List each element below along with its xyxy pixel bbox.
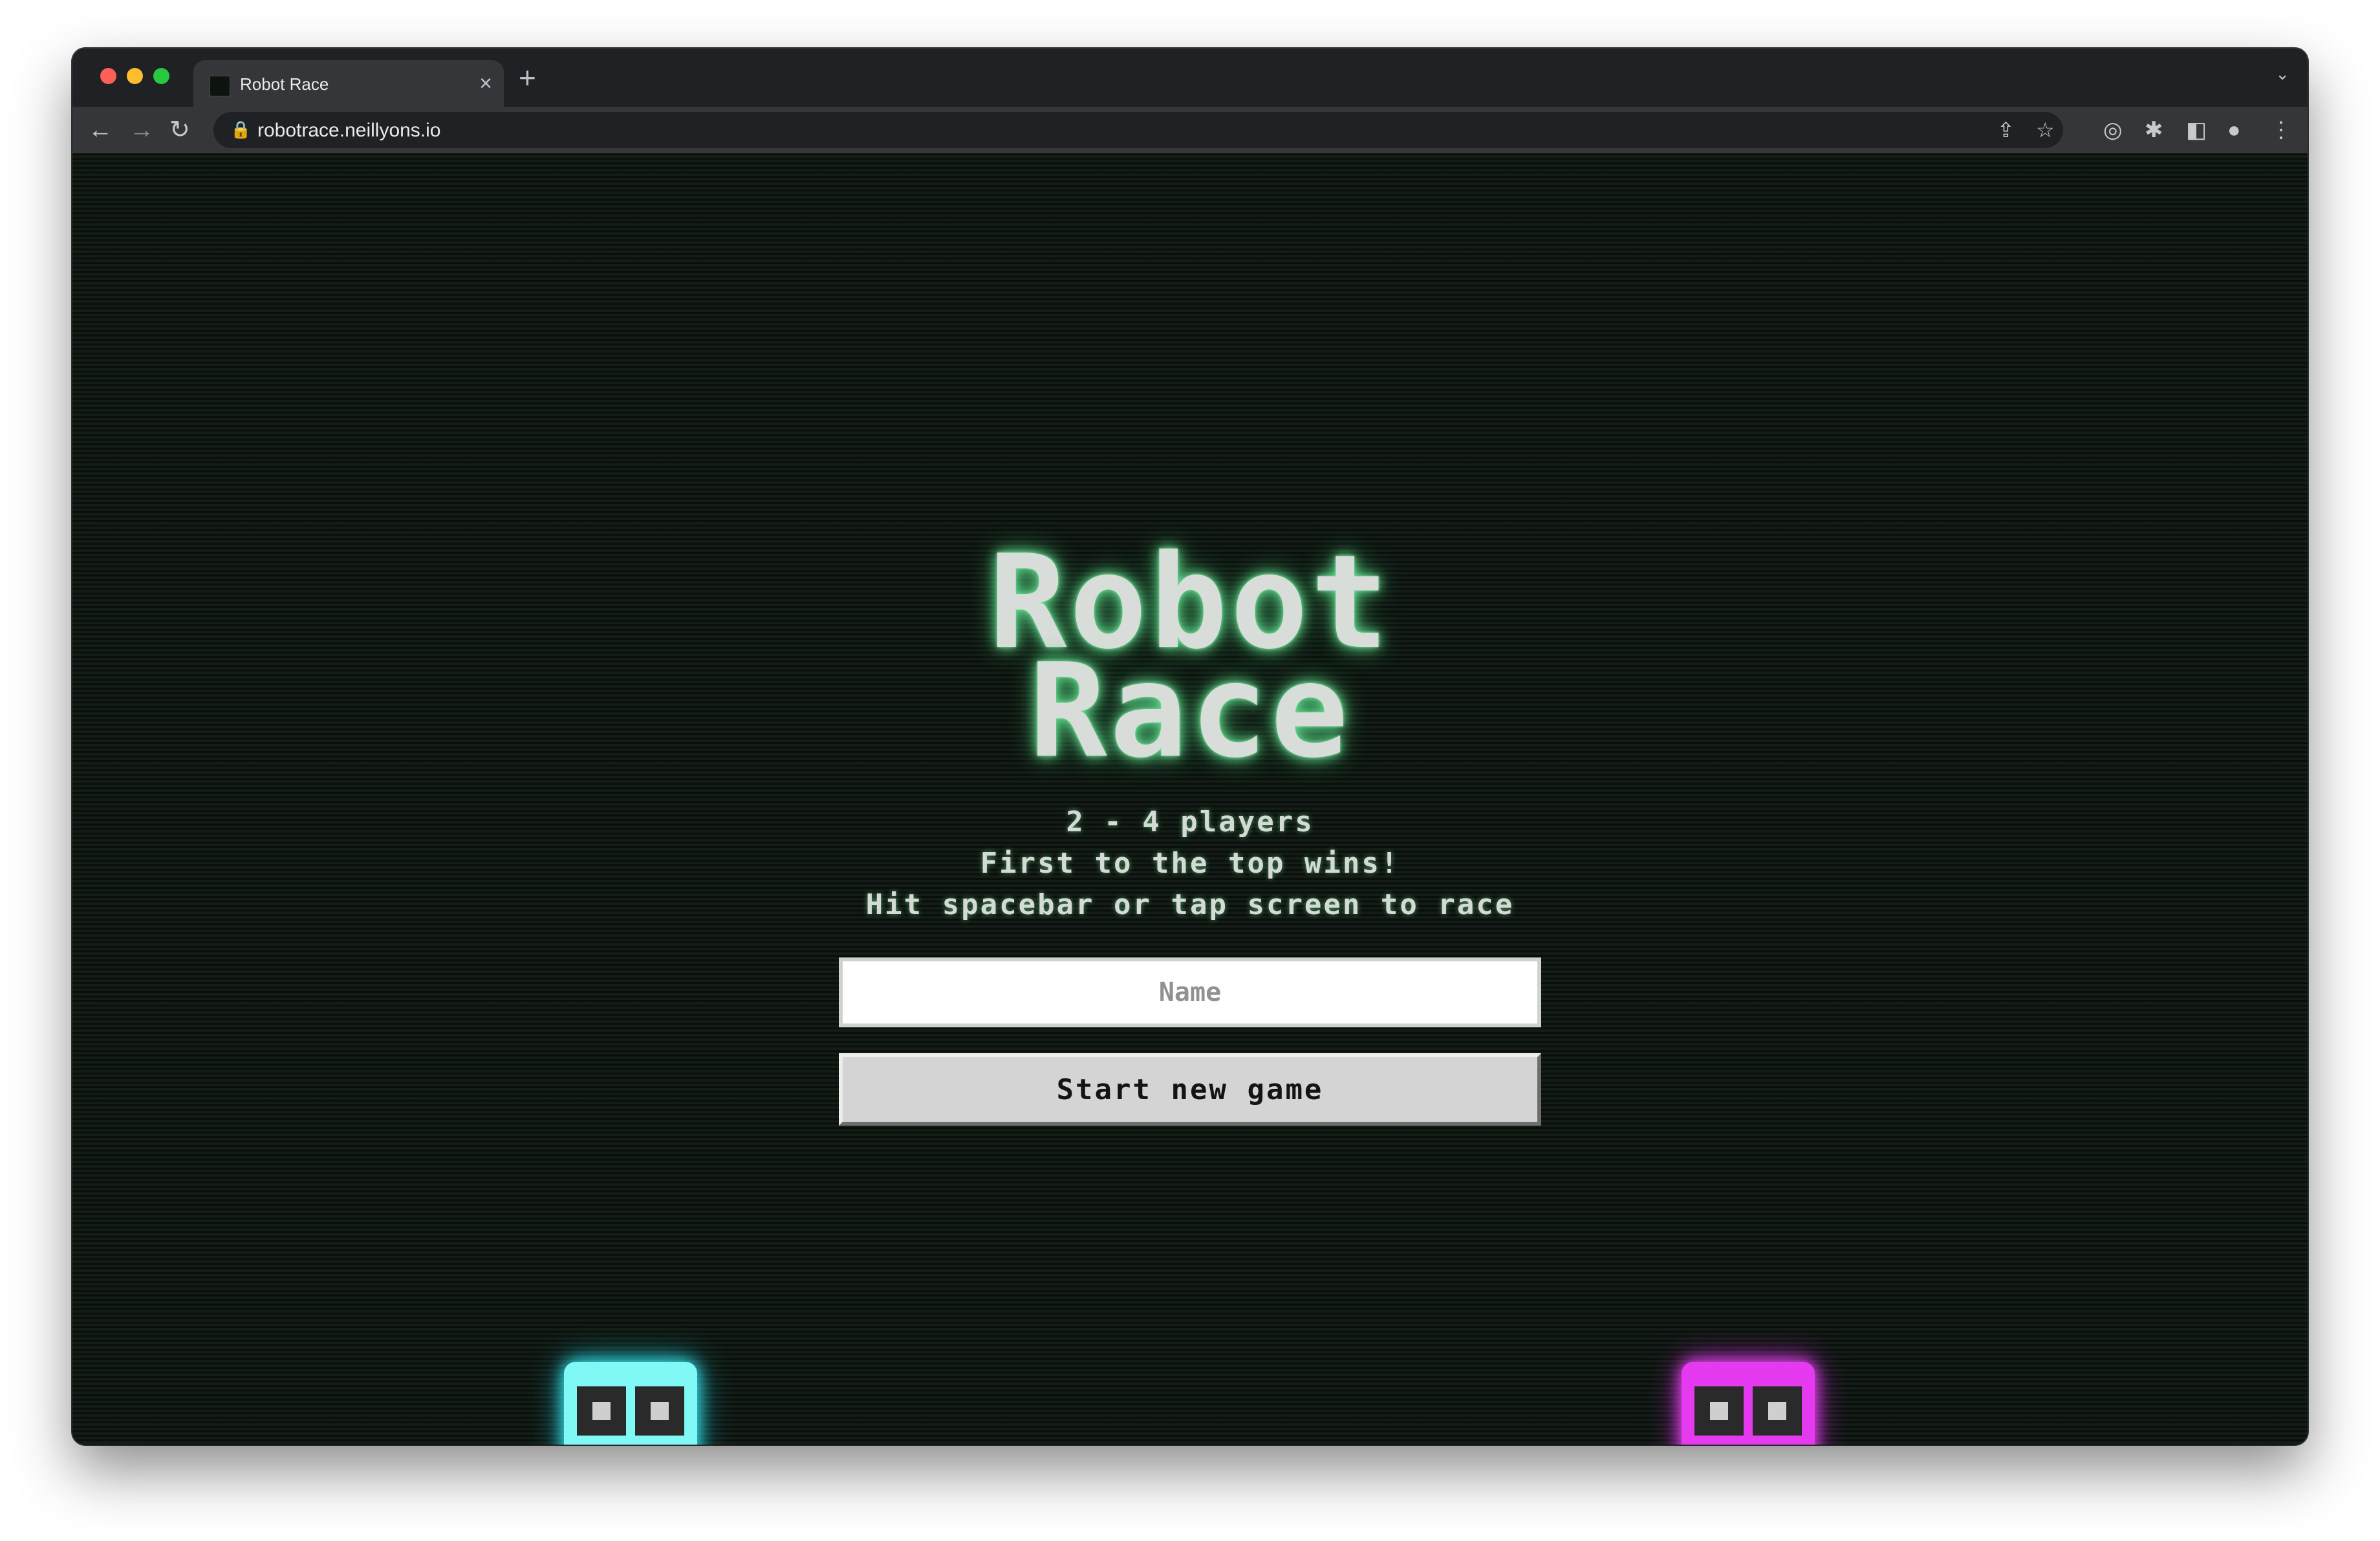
game-page[interactable]: Robot Race 2 - 4 players First to the to…: [72, 153, 2308, 1445]
share-icon[interactable]: ⇪: [1997, 118, 2015, 142]
tab-robot-race[interactable]: Robot Race ×: [193, 60, 504, 107]
robot-pupil: [592, 1402, 611, 1420]
tab-title: Robot Race: [240, 74, 329, 94]
controls-info: Hit spacebar or tap screen to race: [865, 888, 1515, 921]
address-bar[interactable]: 🔒 robotrace.neillyons.io ⇪ ☆: [213, 112, 2063, 148]
sidebar-icon[interactable]: ◧: [2186, 117, 2207, 143]
cyan-robot: [564, 1362, 697, 1445]
browser-toolbar: ← → ↻ 🔒 robotrace.neillyons.io ⇪ ☆ ◎ ✱ ◧…: [72, 107, 2308, 153]
browser-window: Robot Race × + ⌄ ← → ↻ 🔒 robotrace.neill…: [72, 49, 2308, 1445]
robot-pupil: [1710, 1402, 1728, 1420]
robot-eye: [577, 1386, 626, 1436]
name-input[interactable]: [839, 957, 1541, 1027]
url-text[interactable]: robotrace.neillyons.io: [257, 120, 441, 142]
robot-eye: [1694, 1386, 1744, 1436]
tab-search-icon[interactable]: ⌄: [2275, 64, 2289, 84]
back-button[interactable]: ←: [88, 116, 113, 144]
minimize-window-button[interactable]: [127, 68, 143, 84]
robot-pupil: [651, 1402, 669, 1420]
menu-icon[interactable]: ⋮: [2270, 117, 2292, 143]
close-tab-icon[interactable]: ×: [479, 71, 492, 96]
players-info: 2 - 4 players: [1066, 805, 1314, 838]
game-title-line2: Race: [1029, 636, 1351, 787]
new-tab-button[interactable]: +: [519, 61, 536, 94]
profile-icon[interactable]: ●: [2227, 117, 2241, 143]
robot-eye: [1753, 1386, 1802, 1436]
tab-bar: Robot Race × + ⌄: [72, 49, 2308, 107]
pink-robot: [1682, 1362, 1815, 1445]
puzzle-icon[interactable]: ✱: [2145, 117, 2163, 143]
extension-icon[interactable]: ◎: [2103, 117, 2123, 143]
win-info: First to the top wins!: [980, 847, 1400, 880]
lock-icon[interactable]: 🔒: [230, 120, 251, 140]
forward-button[interactable]: →: [129, 116, 154, 144]
close-window-button[interactable]: [100, 68, 116, 84]
reload-button[interactable]: ↻: [169, 116, 190, 144]
robot-eye: [635, 1386, 684, 1436]
bookmark-star-icon[interactable]: ☆: [2036, 118, 2055, 142]
robot-pupil: [1768, 1402, 1786, 1420]
start-new-game-button[interactable]: Start new game: [839, 1053, 1541, 1126]
favicon-icon: [210, 76, 230, 96]
maximize-window-button[interactable]: [153, 68, 169, 84]
